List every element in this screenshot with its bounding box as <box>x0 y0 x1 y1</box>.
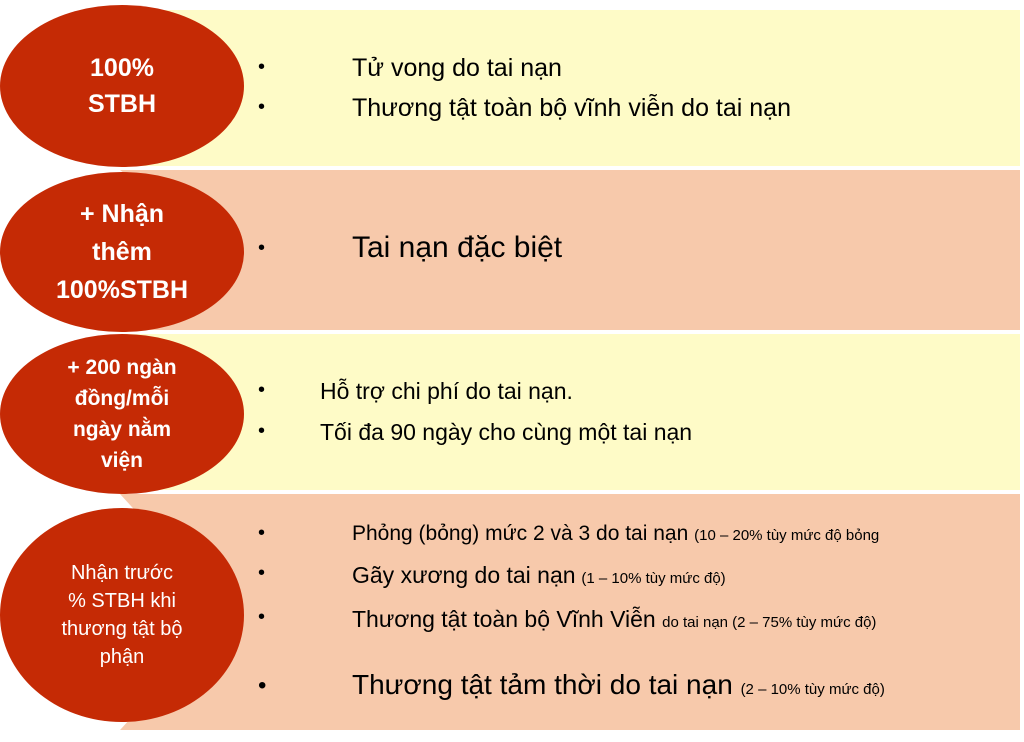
row-3-label-line-2: đồng/mỗi <box>74 387 170 410</box>
row-1-item-2: • Thương tật toàn bộ vĩnh viễn do tai nạ… <box>258 94 1018 134</box>
row-3-bubble: + 200 ngàn đồng/mỗi ngày nằm viện <box>0 334 244 494</box>
row-1-item-2-text: Thương tật toàn bộ vĩnh viễn do tai nạn <box>352 94 791 122</box>
row-4-item-1-note: (10 – 20% tùy mức độ bỏng <box>694 527 880 544</box>
row-2-item-1: • Tai nạn đặc biệt <box>258 231 1018 271</box>
row-4-item-1-text: Phỏng (bỏng) mức 2 và 3 do tai nạn <box>352 522 689 545</box>
row-4-item-3-text: Thương tật toàn bộ Vĩnh Viễn <box>352 606 656 632</box>
row-4-bubble: Nhận trước % STBH khi thương tật bộ phận <box>0 508 244 722</box>
row-3-label-line-3: ngày nằm <box>72 418 171 441</box>
row-3-label-line-1: + 200 ngàn <box>67 356 177 379</box>
row-4-item-3: • Thương tật toàn bộ Vĩnh Viễn do tai nạ… <box>258 606 998 670</box>
bullet-icon: • <box>258 237 266 259</box>
row-3-list: • Hỗ trợ chi phí do tai nạn. • Tối đa 90… <box>258 378 1018 460</box>
row-4-item-2-text: Gãy xương do tai nạn <box>352 562 576 588</box>
bullet-icon: • <box>258 420 266 442</box>
row-3-item-2-text: Tối đa 90 ngày cho cùng một tai nạn <box>320 419 693 445</box>
bullet-icon: • <box>258 562 266 584</box>
row-4-item-2-note: (1 – 10% tùy mức độ) <box>581 570 726 587</box>
row-4-item-4-text: Thương tật tảm thời do tai nạn <box>352 669 733 700</box>
row-2-list: • Tai nạn đặc biệt <box>258 231 1018 271</box>
row-2-label-line-3: 100%STBH <box>56 276 188 304</box>
row-4-item-4: • Thương tật tảm thời do tai nạn (2 – 10… <box>258 670 998 730</box>
row-4-label-line-1: Nhận trước <box>70 562 174 584</box>
row-3-item-1: • Hỗ trợ chi phí do tai nạn. <box>258 378 1018 419</box>
bullet-icon: • <box>258 522 266 544</box>
row-3-label-line-4: viện <box>100 449 143 472</box>
row-4-label-line-4: phận <box>99 646 145 668</box>
row-4-list: • Phỏng (bỏng) mức 2 và 3 do tai nạn (10… <box>258 522 998 730</box>
row-1-label-line-2: STBH <box>87 90 157 118</box>
row-1-bubble: 100% STBH <box>0 5 244 167</box>
row-3-item-1-text: Hỗ trợ chi phí do tai nạn. <box>320 378 573 404</box>
bullet-icon: • <box>258 379 266 401</box>
bullet-icon: • <box>258 606 266 628</box>
bullet-icon: • <box>258 96 266 118</box>
row-1-list: • Tử vong do tai nạn • Thương tật toàn b… <box>258 54 1018 134</box>
row-4-label-line-2: % STBH khi <box>68 590 176 612</box>
row-4-item-3-note: do tai nạn (2 – 75% tùy mức độ) <box>662 614 877 631</box>
bullet-icon: • <box>258 672 267 699</box>
row-2-item-1-text: Tai nạn đặc biệt <box>352 231 563 264</box>
row-4-label-line-3: thương tật bộ <box>61 618 183 640</box>
row-1-item-1-text: Tử vong do tai nạn <box>352 54 562 82</box>
bullet-icon: • <box>258 56 266 78</box>
row-4-item-1: • Phỏng (bỏng) mức 2 và 3 do tai nạn (10… <box>258 522 998 562</box>
row-4-item-2: • Gãy xương do tai nạn (1 – 10% tùy mức … <box>258 562 998 606</box>
row-2-bubble: + Nhận thêm 100%STBH <box>0 172 244 332</box>
row-2-label-line-2: thêm <box>92 238 152 266</box>
row-3-item-2: • Tối đa 90 ngày cho cùng một tai nạn <box>258 419 1018 460</box>
row-1-item-1: • Tử vong do tai nạn <box>258 54 1018 94</box>
row-1-label-line-1: 100% <box>90 54 154 82</box>
row-2-label-line-1: + Nhận <box>79 200 165 228</box>
row-4-item-4-note: (2 – 10% tùy mức độ) <box>740 681 885 698</box>
